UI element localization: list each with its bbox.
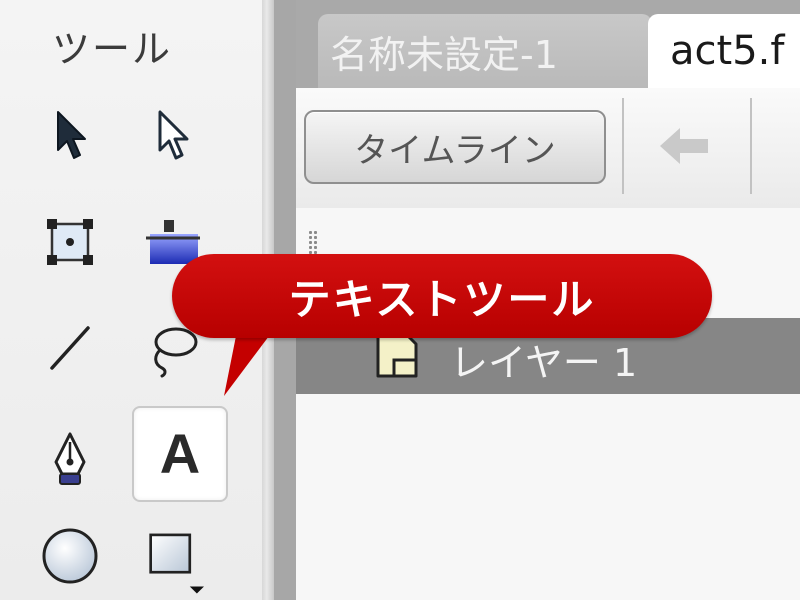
pen-tool[interactable]: [38, 428, 102, 492]
tab-strip: 名称未設定-1 act5.f: [296, 0, 800, 88]
toolbar-separator: [750, 98, 752, 194]
line-icon: [50, 326, 90, 370]
toolbar-separator: [622, 98, 624, 194]
back-arrow-icon[interactable]: [656, 124, 712, 172]
layer-page-icon: [374, 332, 420, 384]
subselection-tool[interactable]: [140, 104, 204, 168]
text-A-icon: A: [159, 422, 201, 485]
tools-panel-title: ツール: [52, 27, 173, 71]
callout-text: テキストツール: [288, 274, 596, 324]
free-transform-tool[interactable]: [38, 210, 102, 274]
line-tool[interactable]: [38, 316, 102, 380]
callout: テキストツール: [172, 254, 712, 338]
circle-icon: [42, 528, 98, 584]
rectangle-icon: [149, 533, 204, 594]
text-tool[interactable]: A: [132, 406, 228, 502]
selection-tool[interactable]: [38, 104, 102, 168]
pen-nib-icon: [54, 432, 86, 485]
layer-name: レイヤー 1: [450, 341, 638, 385]
rectangle-tool[interactable]: [140, 516, 204, 600]
tab-untitled-1[interactable]: 名称未設定-1: [318, 14, 652, 88]
edit-bar: タイムライン: [296, 88, 800, 210]
transform-box-icon: [47, 219, 93, 265]
arrow-white-icon: [158, 110, 189, 160]
arrow-black-icon: [57, 111, 86, 159]
oval-tool[interactable]: [38, 524, 102, 588]
tab-act5[interactable]: act5.f: [648, 14, 800, 88]
timeline-button[interactable]: タイムライン: [304, 110, 606, 184]
